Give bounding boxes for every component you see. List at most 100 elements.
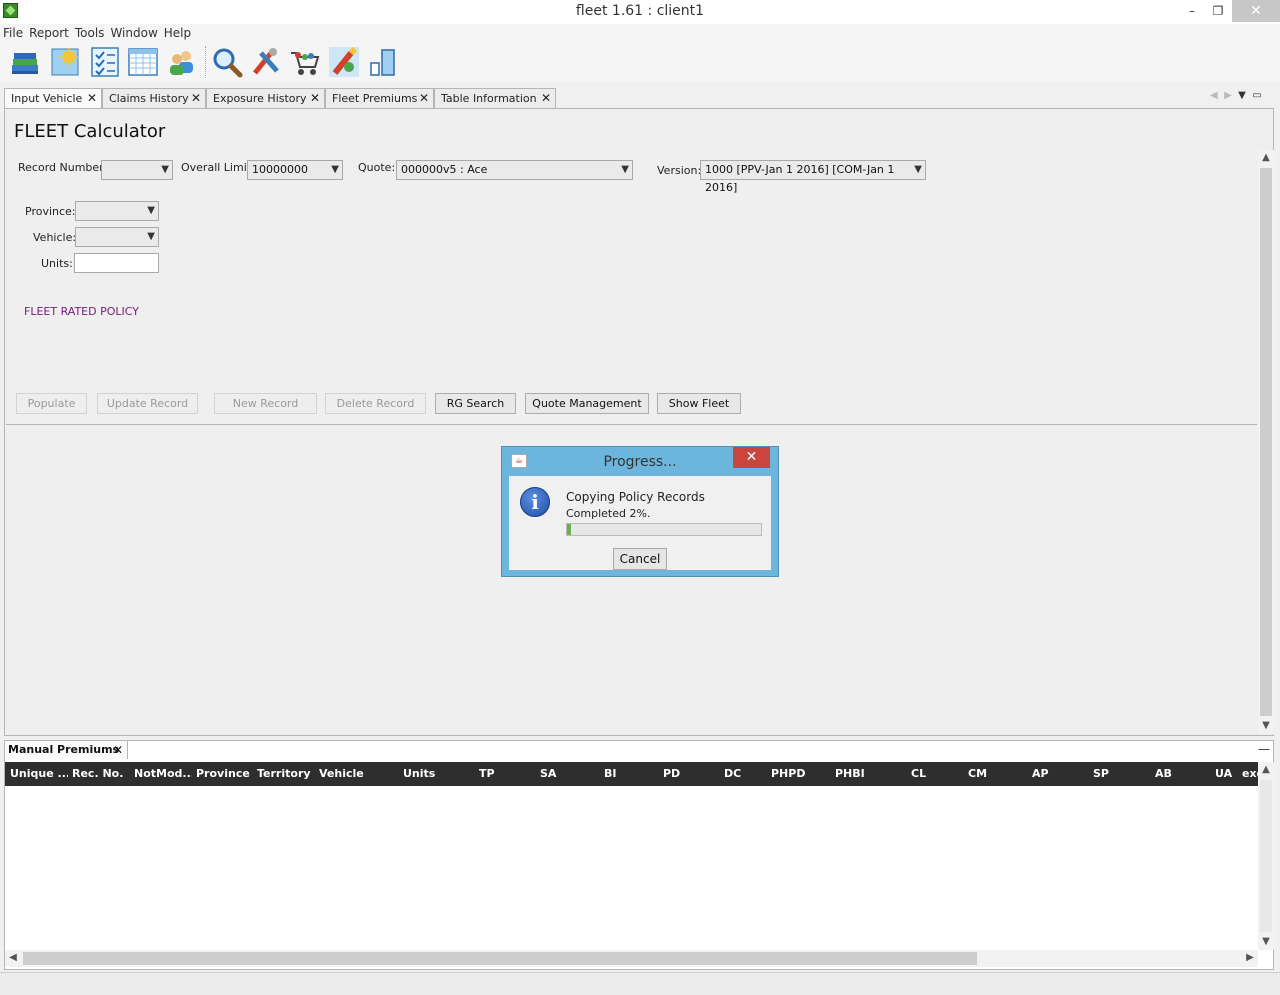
tab-claims-history[interactable]: Claims History ✕ bbox=[102, 88, 206, 108]
tab-label: Fleet Premiums bbox=[332, 92, 418, 105]
column-header[interactable]: SP bbox=[1093, 762, 1123, 786]
column-header[interactable]: Unique ... bbox=[10, 762, 68, 786]
spreadsheet-icon[interactable] bbox=[126, 45, 160, 79]
books-icon[interactable] bbox=[8, 45, 42, 79]
tab-navigation: ◀ ▶ ▼ ▭ bbox=[1210, 90, 1262, 101]
close-icon[interactable]: ✕ bbox=[310, 89, 320, 108]
show-fleet-button[interactable]: Show Fleet bbox=[657, 393, 741, 414]
column-header[interactable]: SA bbox=[540, 762, 570, 786]
close-icon[interactable]: ✕ bbox=[87, 89, 97, 108]
close-icon[interactable]: ✕ bbox=[191, 89, 201, 108]
rg-search-button[interactable]: RG Search bbox=[435, 393, 516, 414]
quote-label: Quote: bbox=[358, 161, 396, 174]
quote-select[interactable]: 000000v5 : Ace ▼ bbox=[396, 160, 633, 180]
bar-chart-icon[interactable] bbox=[366, 45, 400, 79]
column-header[interactable]: TP bbox=[479, 762, 509, 786]
scroll-down-icon[interactable]: ▼ bbox=[1258, 934, 1274, 950]
update-record-button[interactable]: Update Record bbox=[97, 393, 198, 414]
scroll-up-icon[interactable]: ▲ bbox=[1258, 150, 1274, 166]
column-header[interactable]: Units bbox=[403, 762, 443, 786]
column-header[interactable]: PD bbox=[663, 762, 693, 786]
tools-icon[interactable] bbox=[249, 45, 283, 79]
toolbar-separator bbox=[205, 46, 206, 78]
table-vertical-scrollbar[interactable]: ▲ ▼ bbox=[1258, 762, 1274, 950]
column-header[interactable]: BI bbox=[604, 762, 634, 786]
overall-limit-value: 10000000 bbox=[252, 163, 308, 176]
column-header[interactable]: PHBI bbox=[835, 762, 875, 786]
close-icon[interactable]: ✕ bbox=[419, 89, 429, 108]
scroll-left-icon[interactable]: ◀ bbox=[5, 950, 21, 966]
close-icon[interactable]: ✕ bbox=[113, 741, 123, 759]
column-header[interactable]: CM bbox=[968, 762, 998, 786]
close-icon[interactable]: ✕ bbox=[541, 89, 551, 108]
tab-manual-premiums[interactable]: Manual Premiums ✕ bbox=[4, 740, 128, 759]
tab-strip: Input Vehicle ✕ Claims History ✕ Exposure … bbox=[0, 88, 1280, 108]
new-record-button[interactable]: New Record bbox=[214, 393, 317, 414]
main-vertical-scrollbar[interactable]: ▲ ▼ bbox=[1258, 150, 1274, 734]
column-header[interactable]: DC bbox=[724, 762, 754, 786]
tab-fleet-premiums[interactable]: Fleet Premiums ✕ bbox=[325, 88, 434, 108]
record-number-select[interactable]: ▼ bbox=[101, 160, 173, 180]
column-header[interactable]: PHPD bbox=[771, 762, 811, 786]
vehicle-select[interactable]: ▼ bbox=[75, 227, 159, 247]
toolbar bbox=[0, 42, 1280, 82]
shopping-cart-icon[interactable] bbox=[288, 45, 322, 79]
menu-tools[interactable]: Tools bbox=[72, 24, 108, 42]
column-header[interactable]: AP bbox=[1032, 762, 1062, 786]
tab-table-information[interactable]: Table Information ✕ bbox=[434, 88, 556, 108]
maximize-icon[interactable]: ▭ bbox=[1252, 90, 1261, 101]
chevron-left-icon[interactable]: ◀ bbox=[1210, 90, 1218, 101]
column-header[interactable]: CL bbox=[911, 762, 941, 786]
column-header[interactable]: AB bbox=[1155, 762, 1185, 786]
units-label: Units: bbox=[41, 257, 73, 270]
cancel-button[interactable]: Cancel bbox=[613, 548, 667, 570]
tab-label: Input Vehicle bbox=[11, 92, 83, 105]
policy-status-text: FLEET RATED POLICY bbox=[24, 305, 139, 318]
tab-input-vehicle[interactable]: Input Vehicle ✕ bbox=[4, 88, 102, 108]
search-icon[interactable] bbox=[210, 45, 244, 79]
pencil-tag-icon[interactable] bbox=[327, 45, 361, 79]
menu-file[interactable]: File bbox=[0, 24, 26, 42]
column-header[interactable]: Rec. No. bbox=[72, 762, 132, 786]
scrollbar-thumb[interactable] bbox=[1260, 168, 1272, 716]
menu-window[interactable]: Window bbox=[107, 24, 160, 42]
column-header[interactable]: Vehicle bbox=[319, 762, 379, 786]
dialog-message: Copying Policy Records bbox=[566, 490, 705, 504]
minimize-panel-icon[interactable]: — bbox=[1258, 742, 1270, 756]
column-header[interactable]: Province bbox=[196, 762, 254, 786]
column-header[interactable]: UA bbox=[1215, 762, 1239, 786]
close-button[interactable]: ✕ bbox=[1232, 0, 1280, 22]
province-label: Province: bbox=[25, 205, 76, 218]
chevron-down-icon[interactable]: ▼ bbox=[1238, 90, 1246, 101]
chevron-right-icon[interactable]: ▶ bbox=[1224, 90, 1232, 101]
version-select[interactable]: 1000 [PPV-Jan 1 2016] [COM-Jan 1 2016] ▼ bbox=[700, 160, 926, 194]
delete-record-button[interactable]: Delete Record bbox=[325, 393, 426, 414]
column-header[interactable]: Territory bbox=[257, 762, 317, 786]
quote-management-button[interactable]: Quote Management bbox=[525, 393, 649, 414]
quote-value: 000000v5 : Ace bbox=[401, 163, 488, 176]
menu-help[interactable]: Help bbox=[161, 24, 194, 42]
menu-report[interactable]: Report bbox=[26, 24, 72, 42]
overall-limit-select[interactable]: 10000000 ▼ bbox=[247, 160, 343, 180]
units-field[interactable] bbox=[74, 253, 159, 273]
scrollbar-thumb[interactable] bbox=[23, 952, 977, 965]
dialog-close-button[interactable]: ✕ bbox=[733, 447, 770, 468]
users-icon[interactable] bbox=[165, 45, 199, 79]
chevron-down-icon: ▼ bbox=[331, 164, 339, 175]
province-select[interactable]: ▼ bbox=[75, 201, 159, 221]
restore-button[interactable]: ❐ bbox=[1202, 0, 1234, 22]
tab-exposure-history[interactable]: Exposure History ✕ bbox=[206, 88, 325, 108]
checklist-icon[interactable] bbox=[88, 45, 122, 79]
tab-label: Manual Premiums bbox=[8, 743, 120, 756]
column-header[interactable]: NotMod... bbox=[134, 762, 192, 786]
table-horizontal-scrollbar[interactable]: ◀ ▶ bbox=[5, 950, 1258, 967]
version-label: Version: bbox=[657, 164, 702, 177]
column-header[interactable]: exc bbox=[1242, 762, 1258, 786]
scroll-right-icon[interactable]: ▶ bbox=[1242, 950, 1258, 966]
scroll-down-icon[interactable]: ▼ bbox=[1258, 718, 1274, 734]
scrollbar-thumb[interactable] bbox=[1260, 780, 1272, 932]
scroll-up-icon[interactable]: ▲ bbox=[1258, 762, 1274, 778]
populate-button[interactable]: Populate bbox=[16, 393, 87, 414]
title-bar: fleet 1.61 : client1 – ❐ ✕ bbox=[0, 0, 1280, 24]
new-document-icon[interactable] bbox=[48, 45, 82, 79]
